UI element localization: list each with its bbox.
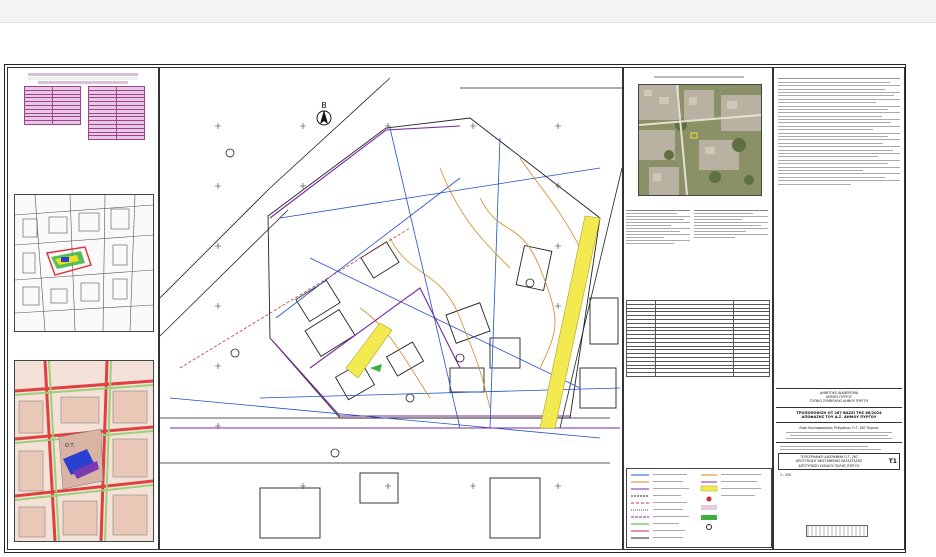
viewer-top-bar: [0, 0, 936, 23]
location-map-plan: Ο.Τ.: [14, 360, 154, 542]
drawing-title-box: ΤΟΠΟΓΡΑΦΙΚΟ ΔΙΑΓΡΑΜΜΑ Ο.Τ. 267 ΑΠΟΤΥΠΩΣΗ…: [778, 453, 900, 470]
main-plan: B: [159, 67, 623, 550]
notes-block-left: [626, 208, 690, 292]
sheet-number: T1: [888, 458, 897, 466]
svg-text:Ο.Τ.: Ο.Τ.: [65, 443, 76, 449]
scale-label: 1 : 250: [780, 472, 792, 477]
notes-block-right: [694, 208, 768, 292]
stamp-area: [806, 525, 868, 537]
title-column: ΔΗΜΟΤΙΚΟ ΔΙΑΜΕΡΙΣΜΑ ΝΟΜΟΣ ΠΥΡΓΟΥ ΤΟΠΙΚΟ …: [773, 67, 905, 550]
north-label: B: [321, 101, 327, 110]
title-block: ΔΗΜΟΤΙΚΟ ΔΙΑΜΕΡΙΣΜΑ ΝΟΜΟΣ ΠΥΡΓΟΥ ΤΟΠΙΚΟ …: [776, 388, 902, 547]
drawing-sheet: Ο.Τ. B ΔΗΜΟΤΙΚΟ ΔΙΑΜΕΡΙΣΜΑ ΝΟΜΟΣ ΠΥΡΓΟΥ …: [4, 64, 906, 553]
road-widening-strip: [539, 215, 601, 429]
parcel-change-table: [626, 300, 770, 377]
symbol-legend: [626, 468, 772, 548]
left-column: Ο.Τ.: [7, 67, 159, 550]
location-map-current: [14, 194, 154, 332]
left-header-text: [28, 72, 138, 85]
box-line-3: ΑΠΟΤΥΠΩΣΗ ΣΧΕΔΙΟΥ ΠΟΛΗΣ ΠΥΡΓΟΥ: [798, 463, 860, 468]
project-description: Λύση Κυκλοφοριακής Ρυθμίσεως Ο.Τ. 267 Πυ…: [799, 426, 879, 431]
grid-crosses: [215, 123, 561, 489]
aerial-caption-line: [654, 76, 744, 78]
parcel-table-right: [88, 86, 145, 141]
north-arrow-icon: [316, 110, 332, 126]
aerial-photo: [638, 84, 762, 196]
authority-line-3: ΤΟΠΙΚΟ ΣΥΜΒΟΥΛΙΟ ΔΗΜΟΥ ΠΥΡΓΟΥ: [809, 399, 869, 404]
info-column: [623, 67, 773, 550]
project-subtitle: ΑΠΟΦΑΣΗΣ ΤΟΥ Δ.Σ. ΔΗΜΟΥ ΠΥΡΓΟΥ: [801, 414, 877, 419]
general-notes: [778, 76, 900, 312]
parcel-table-left: [24, 86, 81, 125]
